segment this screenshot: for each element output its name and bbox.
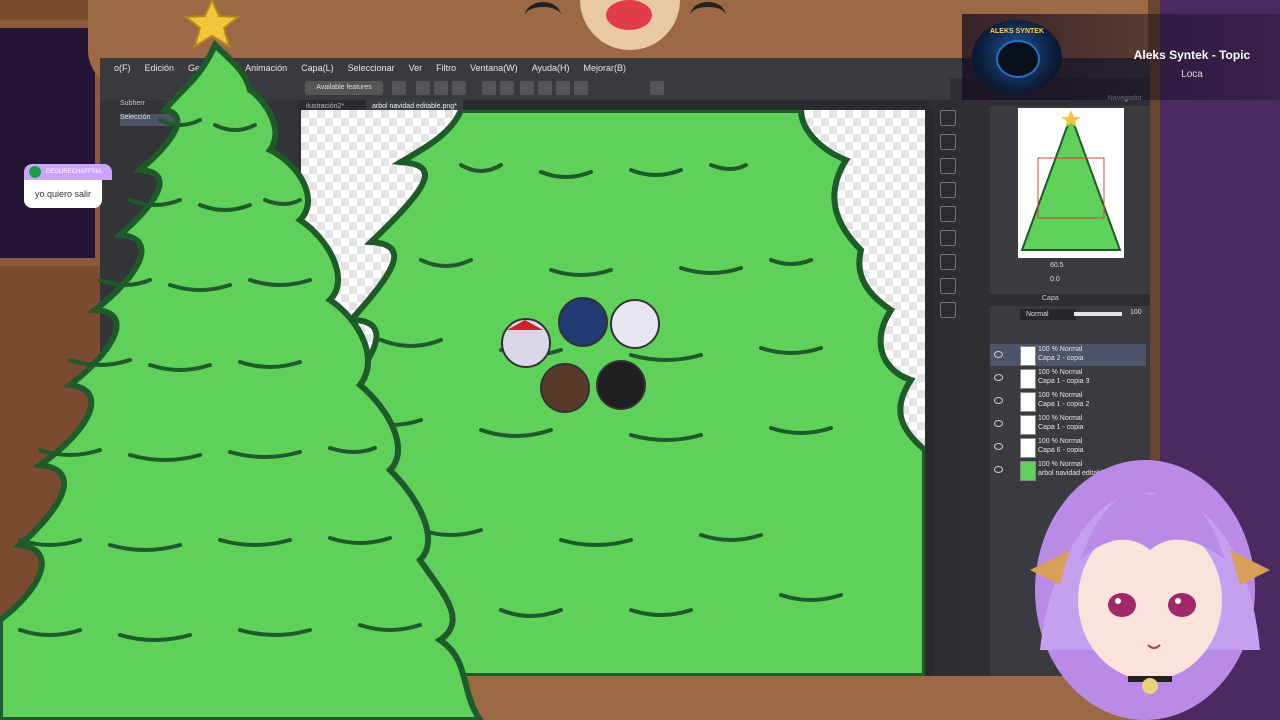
- layer-panel-header: Capa: [990, 294, 1150, 306]
- ornament-2: [558, 297, 608, 347]
- now-playing-widget: ALEKS SYNTEK Aleks Syntek - Topic Loca: [962, 14, 1280, 100]
- overlay-bear-eye-left: [525, 2, 561, 29]
- song-artist: Aleks Syntek - Topic: [1133, 48, 1251, 62]
- eye-icon[interactable]: [994, 374, 1003, 381]
- help-icon[interactable]: [650, 81, 664, 95]
- layer-mode: 100 % Normal: [1038, 392, 1083, 399]
- canvas-vertical-scrollbar[interactable]: [926, 110, 934, 676]
- layer-row[interactable]: 100 % Normal Capa 1 - copia 3: [990, 367, 1146, 389]
- navigator-thumbnail: [1020, 110, 1122, 251]
- panel-toggle-icon[interactable]: [940, 134, 956, 150]
- menu-improve[interactable]: Mejorar(B): [584, 63, 627, 73]
- overlay-bear-eye-right: [690, 2, 726, 29]
- layer-mode: 100 % Normal: [1038, 415, 1083, 422]
- overlay-bear-nose: [606, 0, 652, 30]
- layer-name: Capa 1 - copia 3: [1038, 378, 1090, 385]
- chat-message: yo quiero salir: [24, 180, 102, 208]
- layer-row[interactable]: 100 % Normal Capa 1 - copia: [990, 413, 1146, 435]
- eye-icon[interactable]: [994, 397, 1003, 404]
- blend-mode-select[interactable]: Normal: [1020, 309, 1076, 320]
- ornament-3: [610, 299, 660, 349]
- album-disc: [996, 40, 1040, 78]
- star-icon: [183, 0, 241, 49]
- layer-mode: 100 % Normal: [1038, 369, 1083, 376]
- layer-panel-title[interactable]: Capa: [1042, 295, 1059, 302]
- panel-toggle-icon[interactable]: [940, 254, 956, 270]
- eye-icon[interactable]: [994, 466, 1003, 473]
- panel-toggle-icon[interactable]: [940, 302, 956, 318]
- layer-mode: 100 % Normal: [1038, 346, 1083, 353]
- panel-toggle-icon[interactable]: [940, 206, 956, 222]
- layer-thumbnail: [1020, 415, 1036, 435]
- chat-user-avatar: [29, 166, 41, 178]
- layer-thumbnail: [1020, 346, 1036, 366]
- panel-toggle-icon[interactable]: [940, 230, 956, 246]
- navigator-zoom[interactable]: 60.5: [1050, 262, 1150, 274]
- navigator-rotation[interactable]: 0.0: [1050, 276, 1150, 288]
- panel-toggle-icon[interactable]: [940, 158, 956, 174]
- chat-username-bar: DEGURECHAFFSIA: [24, 164, 112, 180]
- layer-blend-row: Normal 100: [990, 308, 1150, 322]
- transform-icon[interactable]: [538, 81, 552, 95]
- loading-icon[interactable]: [520, 81, 534, 95]
- eye-icon[interactable]: [994, 351, 1003, 358]
- panel-toggle-icon[interactable]: [940, 110, 956, 126]
- layer-thumbnail: [1020, 369, 1036, 389]
- song-title: Loca: [1181, 69, 1203, 80]
- layer-row[interactable]: 100 % Normal Capa 1 - copia 2: [990, 390, 1146, 412]
- panel-rail: [936, 100, 958, 676]
- eye-icon[interactable]: [994, 443, 1003, 450]
- album-logo-text: ALEKS SYNTEK: [989, 28, 1045, 35]
- overlay-christmas-tree: [0, 0, 484, 720]
- layer-tools-row: [990, 326, 1150, 340]
- layer-row[interactable]: 100 % Normal Capa 2 - copia: [990, 344, 1146, 366]
- settings-icon[interactable]: [574, 81, 588, 95]
- opacity-slider[interactable]: [1074, 312, 1122, 316]
- layer-name: Capa 2 - copia: [1038, 355, 1084, 362]
- navigator-preview[interactable]: [1018, 108, 1124, 258]
- panel-toggle-icon[interactable]: [940, 278, 956, 294]
- vtuber-avatar: [1030, 460, 1270, 720]
- opacity-value[interactable]: 100: [1130, 309, 1142, 316]
- ornament-5: [596, 360, 646, 410]
- menu-help[interactable]: Ayuda(H): [532, 63, 570, 73]
- layer-name: Capa 1 - copia: [1038, 424, 1084, 431]
- eye-icon[interactable]: [994, 420, 1003, 427]
- fill-icon[interactable]: [556, 81, 570, 95]
- layer-thumbnail: [1020, 392, 1036, 412]
- layer-name: Capa 1 - copia 2: [1038, 401, 1090, 408]
- redo-icon[interactable]: [500, 81, 514, 95]
- panel-toggle-icon[interactable]: [940, 182, 956, 198]
- chat-username: DEGURECHAFFSIA: [46, 169, 102, 175]
- ornament-4: [540, 363, 590, 413]
